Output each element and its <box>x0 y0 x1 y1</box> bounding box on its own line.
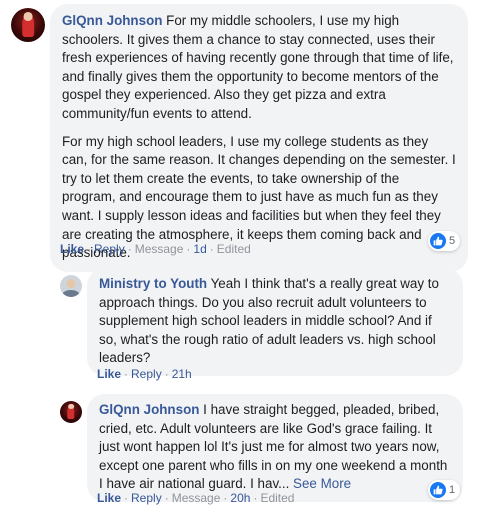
comment-paragraph-1: GlQnn Johnson For my middle schoolers, I… <box>62 12 456 124</box>
avatar-head <box>23 12 33 21</box>
thumbs-up-icon <box>430 233 446 249</box>
reaction-count: 1 <box>449 484 456 496</box>
timestamp[interactable]: 21h <box>172 367 192 381</box>
edited-label[interactable]: Edited <box>217 242 251 256</box>
reaction-count: 5 <box>449 235 456 247</box>
comment-text: For my middle schoolers, I use my high s… <box>62 13 454 121</box>
reaction-count-badge[interactable]: 5 <box>428 231 461 251</box>
avatar-body <box>62 289 80 297</box>
comment-actions: Like · Reply · Message · 1d · Edited <box>60 242 251 256</box>
comment-actions: Like · Reply · Message · 20h · Edited <box>97 491 295 505</box>
like-link[interactable]: Like <box>60 242 84 256</box>
timestamp[interactable]: 1d <box>193 242 206 256</box>
message-link[interactable]: Message <box>172 491 221 505</box>
reply-link[interactable]: Reply <box>131 491 162 505</box>
avatar[interactable] <box>60 275 82 297</box>
comment-actions: Like · Reply · 21h <box>97 367 192 381</box>
reply-link[interactable]: Reply <box>94 242 125 256</box>
message-link[interactable]: Message <box>135 242 184 256</box>
comment-bubble: Ministry to Youth Yeah I think that's a … <box>87 268 463 376</box>
like-link[interactable]: Like <box>97 491 121 505</box>
avatar-head <box>66 278 76 288</box>
reaction-count-badge[interactable]: 1 <box>428 480 461 500</box>
reply-link[interactable]: Reply <box>131 367 162 381</box>
comment-author[interactable]: GlQnn Johnson <box>99 402 199 417</box>
comment-bubble: GlQnn Johnson I have straight begged, pl… <box>87 394 463 502</box>
timestamp[interactable]: 20h <box>230 491 250 505</box>
thumbs-up-icon <box>430 482 446 498</box>
comment-author[interactable]: Ministry to Youth <box>99 276 207 291</box>
edited-label[interactable]: Edited <box>260 491 294 505</box>
comment-bubble: GlQnn Johnson For my middle schoolers, I… <box>50 4 468 272</box>
like-link[interactable]: Like <box>97 367 121 381</box>
avatar[interactable] <box>60 401 82 423</box>
see-more-link[interactable]: See More <box>293 476 351 491</box>
comment-author[interactable]: GlQnn Johnson <box>62 13 162 28</box>
avatar-head <box>68 403 74 410</box>
avatar[interactable] <box>11 8 45 42</box>
